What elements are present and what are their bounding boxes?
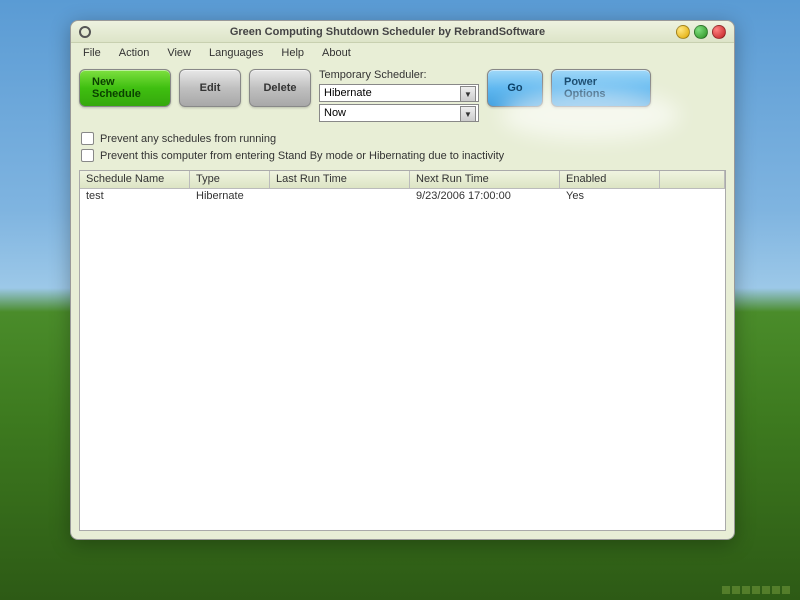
window-title: Green Computing Shutdown Scheduler by Re…: [99, 26, 676, 38]
menu-languages[interactable]: Languages: [201, 45, 271, 61]
app-window: Green Computing Shutdown Scheduler by Re…: [70, 20, 735, 540]
schedule-table: Schedule Name Type Last Run Time Next Ru…: [79, 170, 726, 531]
temporary-scheduler: Temporary Scheduler: Hibernate Now: [319, 69, 479, 122]
prevent-all-label: Prevent any schedules from running: [100, 133, 276, 145]
col-schedule-name[interactable]: Schedule Name: [80, 171, 190, 188]
options-panel: Prevent any schedules from running Preve…: [71, 128, 734, 170]
new-schedule-button[interactable]: New Schedule: [79, 69, 171, 107]
col-spacer: [660, 171, 725, 188]
titlebar[interactable]: Green Computing Shutdown Scheduler by Re…: [71, 21, 734, 43]
edit-button[interactable]: Edit: [179, 69, 241, 107]
menu-view[interactable]: View: [159, 45, 199, 61]
prevent-standby-row: Prevent this computer from entering Stan…: [81, 149, 724, 162]
temp-when-select[interactable]: Now: [319, 104, 479, 122]
table-body[interactable]: test Hibernate 9/23/2006 17:00:00 Yes: [80, 189, 725, 530]
cell-next: 9/23/2006 17:00:00: [410, 189, 560, 206]
temp-scheduler-label: Temporary Scheduler:: [319, 69, 479, 81]
maximize-button[interactable]: [694, 25, 708, 39]
table-row[interactable]: test Hibernate 9/23/2006 17:00:00 Yes: [80, 189, 725, 206]
prevent-all-checkbox[interactable]: [81, 132, 94, 145]
cell-name: test: [80, 189, 190, 206]
col-enabled[interactable]: Enabled: [560, 171, 660, 188]
cell-type: Hibernate: [190, 189, 270, 206]
close-button[interactable]: [712, 25, 726, 39]
col-last-run[interactable]: Last Run Time: [270, 171, 410, 188]
menu-file[interactable]: File: [75, 45, 109, 61]
prevent-standby-checkbox[interactable]: [81, 149, 94, 162]
menu-action[interactable]: Action: [111, 45, 158, 61]
delete-button[interactable]: Delete: [249, 69, 311, 107]
cell-last: [270, 189, 410, 206]
minimize-button[interactable]: [676, 25, 690, 39]
toolbar: New Schedule Edit Delete Temporary Sched…: [71, 63, 734, 128]
desktop-wallpaper: Green Computing Shutdown Scheduler by Re…: [0, 0, 800, 600]
window-controls: [676, 25, 726, 39]
prevent-all-row: Prevent any schedules from running: [81, 132, 724, 145]
col-next-run[interactable]: Next Run Time: [410, 171, 560, 188]
decorative-squares: [722, 586, 790, 594]
menu-help[interactable]: Help: [273, 45, 312, 61]
col-type[interactable]: Type: [190, 171, 270, 188]
temp-action-value: Hibernate: [324, 87, 372, 99]
temp-when-value: Now: [324, 107, 346, 119]
power-options-button[interactable]: Power Options: [551, 69, 651, 107]
temp-action-select[interactable]: Hibernate: [319, 84, 479, 102]
app-icon: [79, 26, 91, 38]
prevent-standby-label: Prevent this computer from entering Stan…: [100, 150, 504, 162]
menubar: File Action View Languages Help About: [71, 43, 734, 63]
table-header: Schedule Name Type Last Run Time Next Ru…: [80, 171, 725, 189]
cell-enabled: Yes: [560, 189, 660, 206]
menu-about[interactable]: About: [314, 45, 359, 61]
go-button[interactable]: Go: [487, 69, 543, 107]
